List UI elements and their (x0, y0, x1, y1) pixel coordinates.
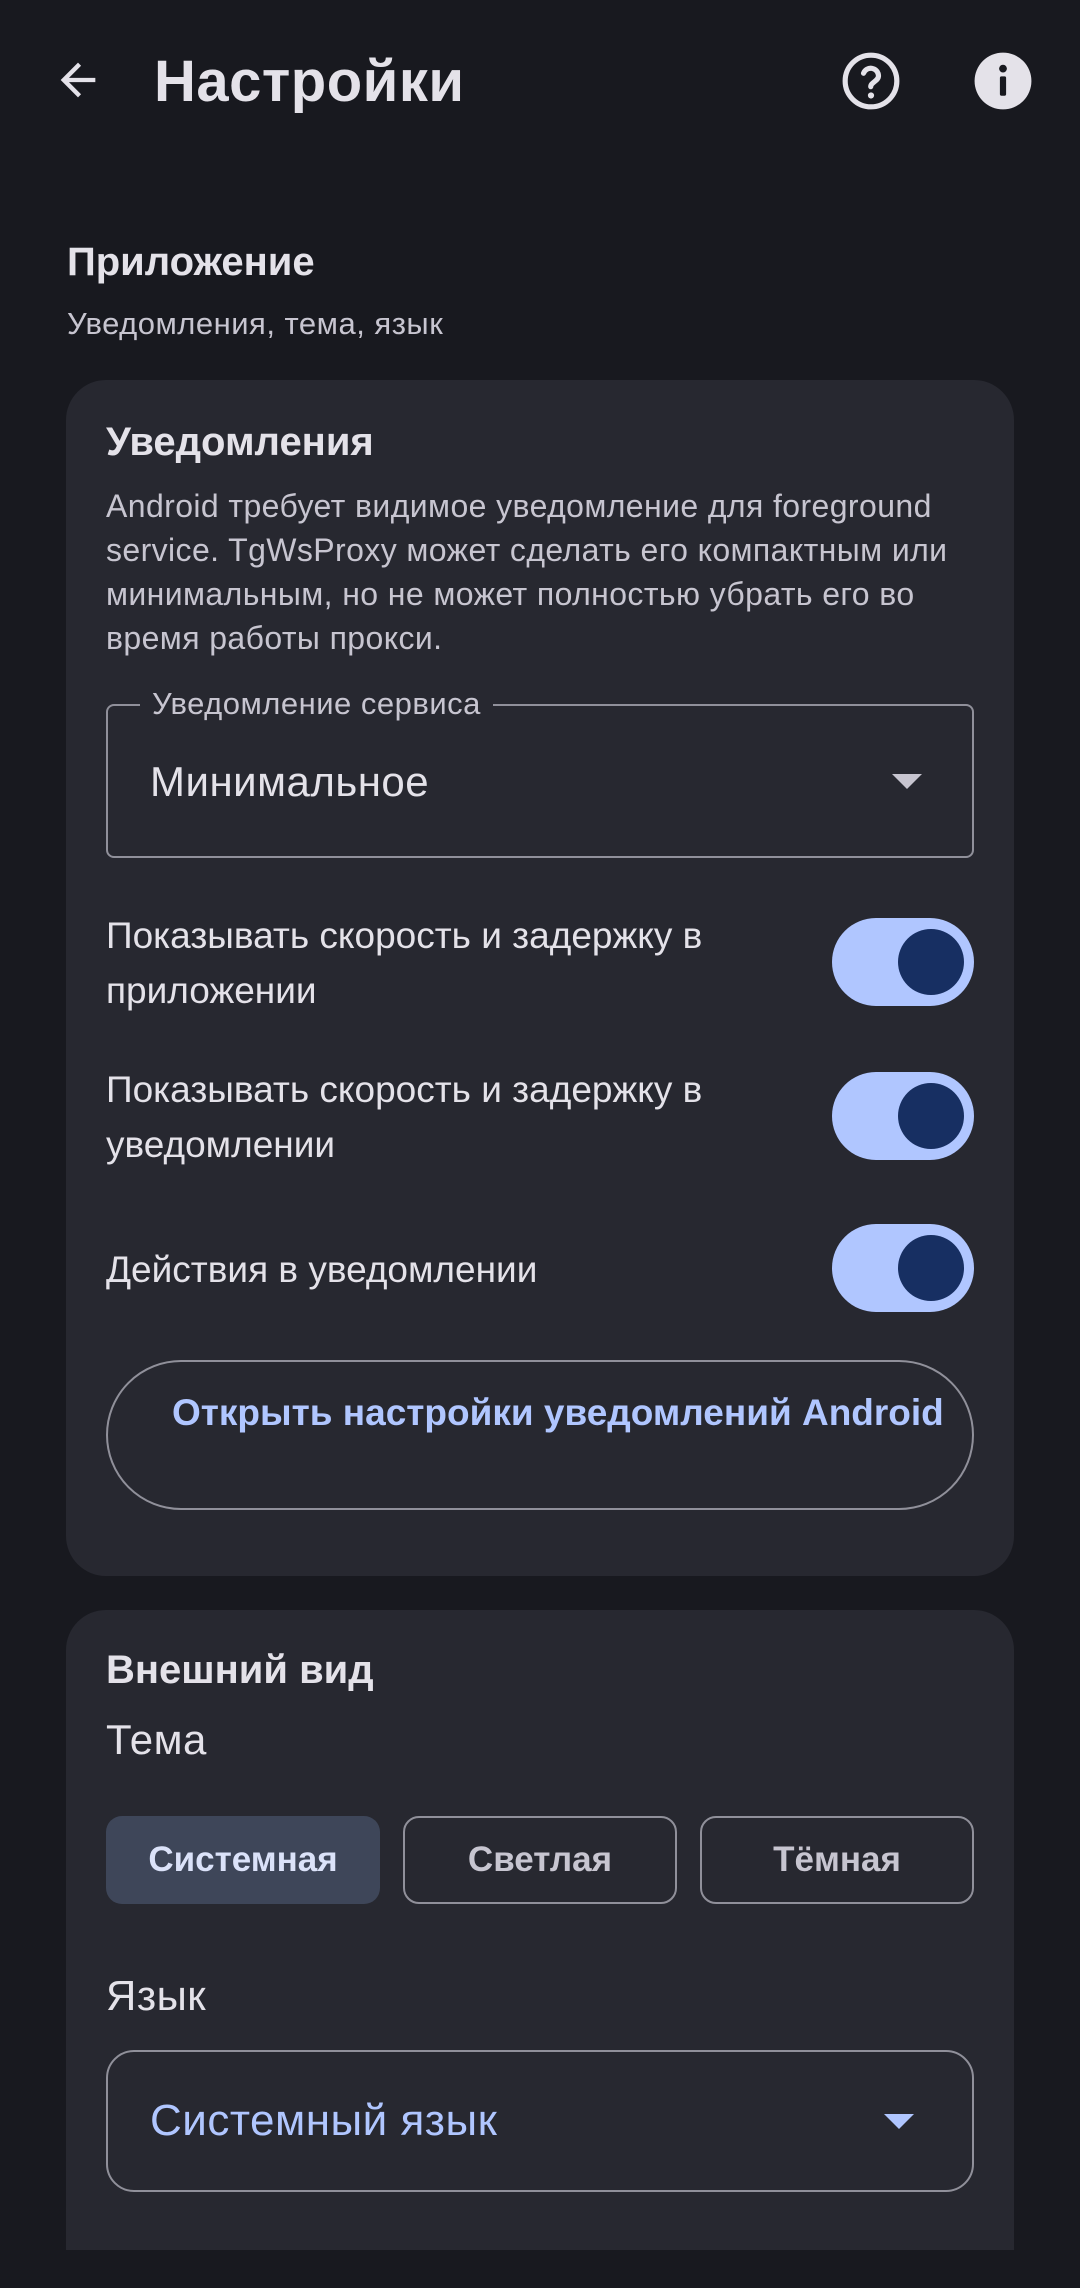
toggle-row-speed-in-notification[interactable]: Показывать скорость и задержку в уведомл… (106, 1060, 974, 1172)
speed-in-notification-switch[interactable] (832, 1072, 974, 1160)
info-button[interactable] (972, 50, 1034, 112)
toggle-label: Показывать скорость и задержку в приложе… (106, 915, 703, 1011)
service-notification-value: Минимальное (150, 758, 430, 805)
toggle-label: Показывать скорость и задержку в уведомл… (106, 1069, 703, 1165)
switch-knob (898, 1083, 964, 1149)
language-label: Язык (106, 1972, 207, 2019)
language-dropdown[interactable]: Системный язык (106, 2050, 974, 2192)
section-title: Приложение (67, 240, 315, 284)
toggle-row-speed-in-app[interactable]: Показывать скорость и задержку в приложе… (106, 906, 974, 1018)
notifications-card: Уведомления Android требует видимое увед… (66, 380, 1014, 1576)
dropdown-arrow-icon (884, 2114, 914, 2129)
appearance-title: Внешний вид (106, 1648, 374, 1692)
notification-actions-switch[interactable] (832, 1224, 974, 1312)
dropdown-arrow-icon (892, 774, 922, 789)
service-notification-label: Уведомление сервиса (140, 686, 493, 722)
help-button[interactable] (840, 50, 902, 112)
section-subtitle: Уведомления, тема, язык (67, 306, 444, 341)
arrow-back-icon (60, 62, 96, 98)
theme-option-system[interactable]: Системная (106, 1816, 380, 1904)
theme-option-dark[interactable]: Тёмная (700, 1816, 974, 1904)
notifications-description: Android требует видимое уведомление для … (106, 488, 948, 656)
speed-in-app-switch[interactable] (832, 918, 974, 1006)
back-button[interactable] (46, 48, 110, 112)
open-android-notification-settings-button[interactable]: Открыть настройки уведомлений Android (106, 1360, 974, 1510)
top-app-bar: Настройки (0, 0, 1080, 160)
language-value: Системный язык (150, 2096, 498, 2145)
notifications-title: Уведомления (106, 420, 374, 464)
appearance-card: Внешний вид Тема Системная Светлая Тёмна… (66, 1610, 1014, 2250)
page-title: Настройки (154, 49, 465, 114)
switch-knob (898, 929, 964, 995)
info-icon (974, 52, 1032, 110)
service-notification-dropdown[interactable]: Уведомление сервиса Минимальное (106, 686, 974, 858)
theme-label: Тема (106, 1716, 207, 1763)
toggle-label: Действия в уведомлении (106, 1249, 538, 1290)
button-label: Открыть настройки уведомлений Android (172, 1392, 944, 1433)
switch-knob (898, 1235, 964, 1301)
toggle-row-notification-actions[interactable]: Действия в уведомлении (106, 1212, 974, 1324)
theme-option-light[interactable]: Светлая (403, 1816, 677, 1904)
help-circle-icon (842, 52, 900, 110)
